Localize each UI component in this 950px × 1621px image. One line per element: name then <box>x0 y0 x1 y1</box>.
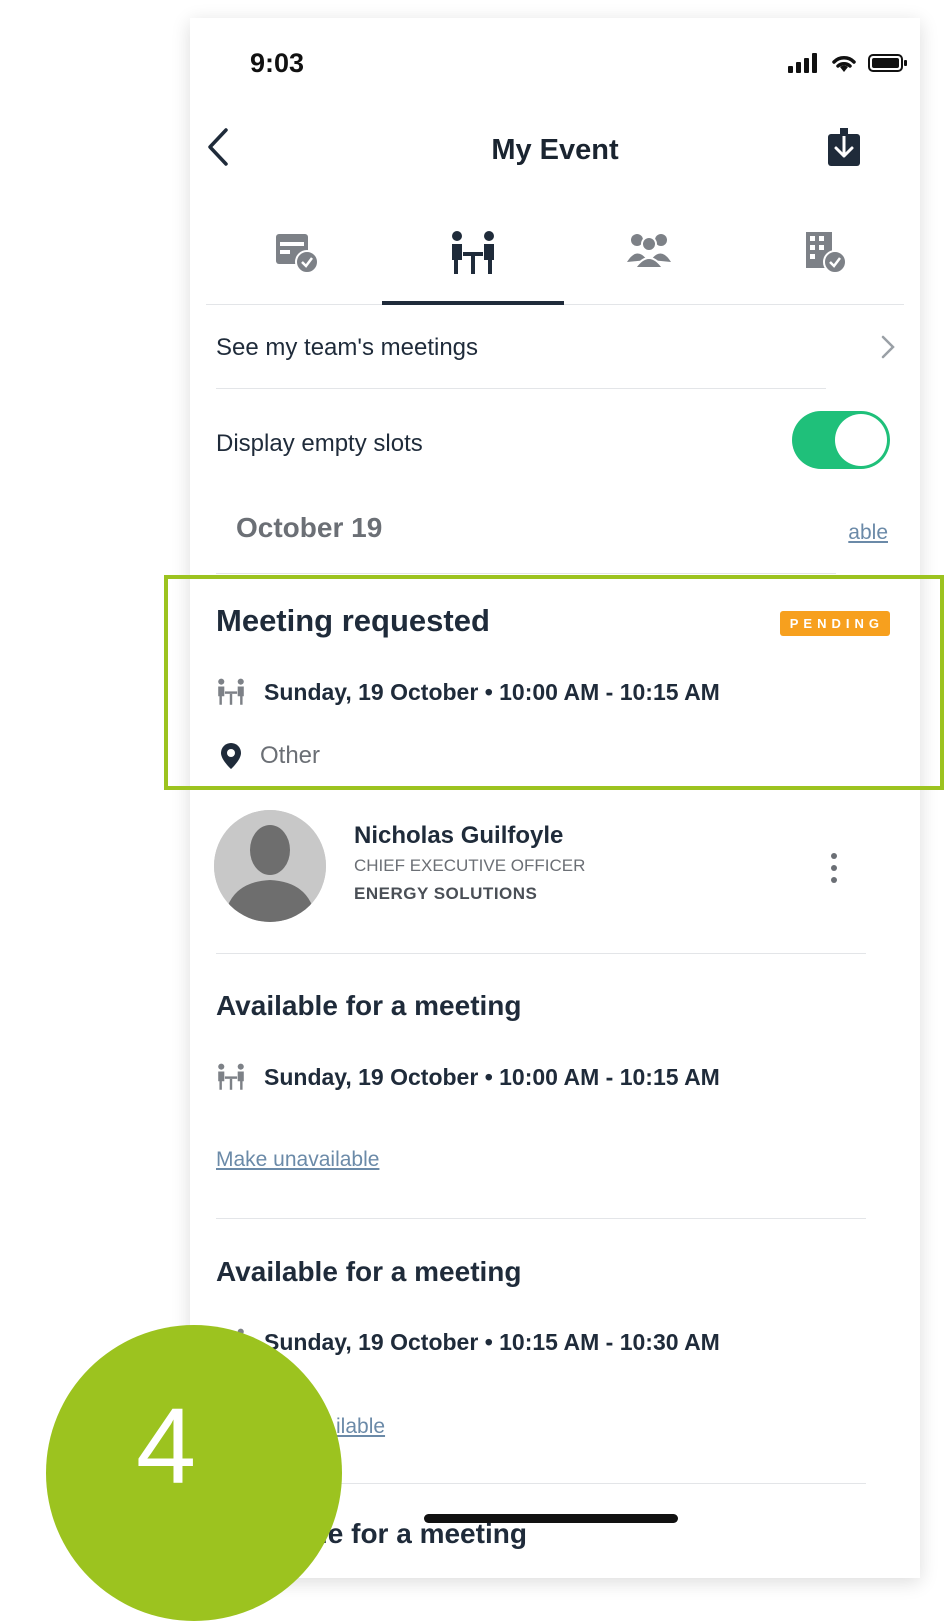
home-indicator <box>424 1514 678 1523</box>
make-unavailable-link[interactable]: ilable <box>336 1415 385 1439</box>
meeting-table-icon <box>218 1063 244 1090</box>
divider <box>216 388 826 389</box>
attendee-name: Nicholas Guilfoyle <box>354 822 564 849</box>
make-unavailable-link[interactable]: Make unavailable <box>216 1148 379 1172</box>
phone-screen: 9:03 My Event See my team's meetings Dis… <box>190 18 920 1578</box>
step-marker: 4 <box>46 1325 342 1621</box>
tab-people[interactable] <box>558 218 740 304</box>
slot-datetime: Sunday, 19 October • 10:15 AM - 10:30 AM <box>264 1328 720 1355</box>
team-meetings-row[interactable]: See my team's meetings <box>216 318 896 378</box>
page-title: My Event <box>491 134 619 166</box>
tab-agenda[interactable] <box>206 218 388 304</box>
person-silhouette-icon <box>214 810 326 922</box>
people-group-icon <box>627 234 671 269</box>
calendar-check-icon <box>276 234 319 274</box>
attendee-info: Nicholas Guilfoyle CHIEF EXECUTIVE OFFIC… <box>354 822 585 904</box>
empty-slots-label: Display empty slots <box>216 430 423 457</box>
attendee-role: CHIEF EXECUTIVE OFFICER <box>354 856 586 875</box>
divider <box>216 1218 866 1219</box>
tab-bar <box>206 218 904 305</box>
active-tab-indicator <box>382 301 564 305</box>
more-options-icon[interactable] <box>831 853 837 883</box>
chevron-right-icon <box>881 335 895 359</box>
highlight-frame <box>164 575 944 790</box>
date-header: October 19 <box>236 512 383 543</box>
tab-exhibitors[interactable] <box>734 218 916 304</box>
slot-datetime-row: Sunday, 19 October • 10:00 AM - 10:15 AM <box>216 1063 720 1091</box>
tab-meetings[interactable] <box>382 218 564 304</box>
attendee-company: ENERGY SOLUTIONS <box>354 884 538 903</box>
divider <box>216 573 836 574</box>
divider <box>216 953 866 954</box>
avatar[interactable] <box>214 810 326 922</box>
status-time: 9:03 <box>250 48 305 78</box>
download-icon[interactable] <box>826 128 862 168</box>
status-icons <box>788 52 908 74</box>
meeting-table-icon <box>452 231 494 274</box>
battery-icon <box>868 54 907 72</box>
wifi-icon <box>832 56 856 72</box>
slot-title: Available for a meeting <box>216 990 522 1021</box>
slot-title: Available for a meeting <box>216 1256 522 1287</box>
date-header-link[interactable]: able <box>848 521 888 545</box>
signal-icon <box>788 53 817 73</box>
slot-datetime: Sunday, 19 October • 10:00 AM - 10:15 AM <box>264 1063 720 1090</box>
building-check-icon <box>806 232 847 274</box>
toggle-knob <box>835 414 887 466</box>
empty-slots-toggle[interactable] <box>792 411 890 469</box>
step-number: 4 <box>135 1385 197 1506</box>
slot-datetime-row: Sunday, 19 October • 10:15 AM - 10:30 AM <box>216 1328 720 1356</box>
team-meetings-label: See my team's meetings <box>216 334 479 361</box>
